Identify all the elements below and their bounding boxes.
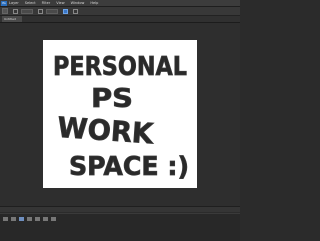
audio-icon[interactable] [43, 217, 48, 221]
last-frame-icon[interactable] [35, 217, 40, 221]
document-tab-bar: Untitled [0, 16, 240, 23]
canvas-text-line-4: SPACE :) [69, 152, 189, 182]
selected-option-icon[interactable] [63, 8, 68, 14]
current-tool-icon[interactable] [2, 8, 8, 14]
option-icon[interactable] [13, 8, 18, 14]
menu-item-select[interactable]: Select [25, 1, 36, 5]
next-frame-icon[interactable] [27, 217, 32, 221]
document-canvas[interactable]: PERSONAL PS WORK SPACE :) [43, 40, 197, 188]
first-frame-icon[interactable] [3, 217, 8, 221]
document-tab[interactable]: Untitled [2, 16, 22, 22]
workspace: PERSONAL PS WORK SPACE :) [0, 23, 240, 206]
canvas-text-line-2: PS [91, 84, 133, 114]
canvas-text-line-1: PERSONAL [53, 52, 187, 82]
menu-bar: Ps Layer Select Filter View Window Help [0, 0, 240, 7]
previous-frame-icon[interactable] [11, 217, 16, 221]
option-icon[interactable] [38, 8, 43, 14]
settings-icon[interactable] [51, 217, 56, 221]
menu-item-window[interactable]: Window [71, 1, 85, 5]
option-field[interactable] [21, 8, 33, 14]
app-logo[interactable]: Ps [1, 0, 7, 6]
timeline-controls [0, 217, 56, 222]
timeline-panel [0, 213, 240, 241]
menu-item-layer[interactable]: Layer [9, 1, 19, 5]
status-bar [0, 206, 240, 212]
canvas-drawing: PERSONAL PS WORK SPACE :) [53, 52, 190, 183]
menu-item-help[interactable]: Help [90, 1, 98, 5]
play-icon[interactable] [19, 217, 24, 221]
menu-item-view[interactable]: View [56, 1, 64, 5]
options-bar [0, 7, 240, 16]
canvas-text-line-3: WORK [56, 111, 155, 151]
option-field[interactable] [46, 8, 58, 14]
option-icon[interactable] [73, 8, 78, 14]
menu-item-filter[interactable]: Filter [42, 1, 51, 5]
